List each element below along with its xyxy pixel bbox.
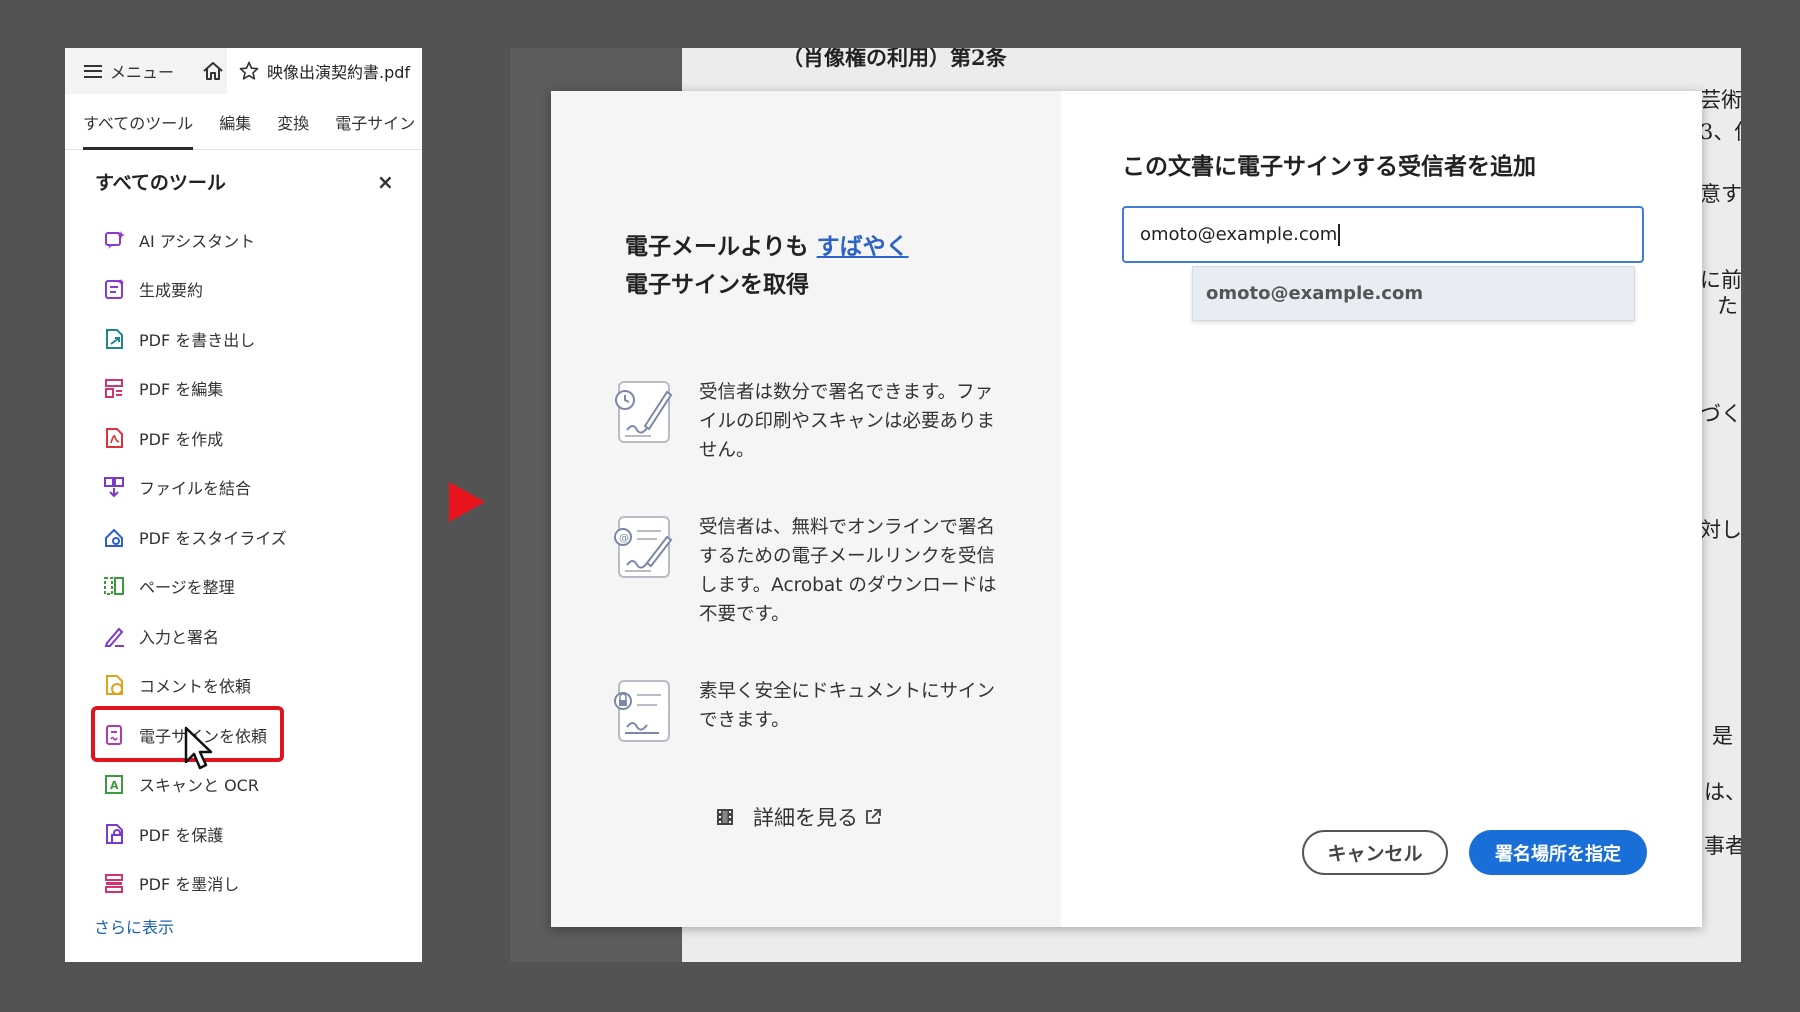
combine-files-icon [103,476,125,498]
protect-pdf-icon [103,823,125,845]
tool-item[interactable]: PDF を書き出し [103,314,287,364]
doc-text: は、 [1704,780,1741,804]
promo-title-line1: 電子メールよりも [625,234,809,260]
details-link[interactable]: 詳細を見る [715,802,882,832]
tool-item-label: PDF をスタイライズ [139,528,287,548]
email-input-value: omoto@example.com [1140,224,1338,245]
details-link-label: 詳細を見る [753,806,858,830]
email-suggestion[interactable]: omoto@example.com [1192,266,1635,321]
ai-assistant-icon [103,229,125,251]
external-link-icon [866,809,881,824]
text-caret [1338,223,1340,246]
doc-text: 事者 [1704,834,1741,858]
tab-convert[interactable]: 変換 [277,94,309,150]
app-topbar: メニュー 映像出演契約書.pdf [65,48,422,94]
tools-panel-title: すべてのツール [95,172,226,194]
edit-pdf-icon [103,377,125,399]
tab-edit[interactable]: 編集 [219,94,251,150]
add-recipients-dialog: 電子メールよりも すばやく 電子サインを取得 受信者は数分で署名できます。ファイ… [551,91,1702,927]
recipient-email-input[interactable]: omoto@example.com [1122,206,1644,263]
tool-item[interactable]: PDF を墨消し [103,859,287,909]
file-tab[interactable]: 映像出演契約書.pdf [227,48,422,94]
fill-sign-icon [103,625,125,647]
tool-item[interactable]: PDF を作成 [103,413,287,463]
feature-text: 素早く安全にドキュメントにサインできます。 [699,681,996,731]
feature-item: 素早く安全にドキュメントにサインできます。 [611,677,1009,747]
tool-item-label: 生成要約 [139,281,204,301]
feature-item: 受信者は数分で署名できます。ファイルの印刷やスキャンは必要ありません。 [611,378,1009,465]
tool-item-label: 入力と署名 [139,627,220,647]
tool-item[interactable]: PDF を保護 [103,809,287,859]
doc-text: 意す [1700,182,1741,206]
red-arrow-icon [449,482,485,522]
email-sign-icon: @ [614,516,673,578]
specify-signature-fields-button[interactable]: 署名場所を指定 [1469,830,1647,875]
tool-item[interactable]: ページを整理 [103,562,287,612]
doc-text: 対し [1700,518,1741,542]
secure-sign-icon [614,680,670,742]
scan-ocr-icon: A [103,773,125,795]
tool-item-label: ページを整理 [139,578,235,598]
cancel-button[interactable]: キャンセル [1302,830,1448,875]
feature-item: @ 受信者は、無料でオンラインで署名するための電子メールリンクを受信します。Ac… [611,513,1009,629]
svg-text:A: A [110,779,119,792]
recipient-panel: この文書に電子サインする受信者を追加 omoto@example.com omo… [1061,91,1702,927]
film-icon [717,809,733,825]
promo-panel: 電子メールよりも すばやく 電子サインを取得 受信者は数分で署名できます。ファイ… [551,91,1061,927]
doc-heading: （肖像権の利用）第2条 [782,48,1007,70]
export-pdf-icon [103,328,125,350]
tool-item[interactable]: コメントを依頼 [103,661,287,711]
show-more-link[interactable]: さらに表示 [94,914,174,938]
tool-list: AI アシスタント 生成要約 PDF を書き出し PDF を編集 PDF を作成ファイル… [103,215,287,908]
doc-text: た [1717,294,1738,318]
stylize-pdf-icon [103,526,125,548]
close-icon[interactable]: × [377,170,394,194]
doc-text: 是 [1712,724,1733,748]
organize-pages-icon [103,575,125,597]
tool-item[interactable]: 生成要約 [103,265,287,315]
doc-text: 3、使 [1700,120,1741,144]
tool-item[interactable]: ファイルを結合 [103,463,287,513]
promo-title-line2: 電子サインを取得 [625,272,809,298]
tool-tabs: すべてのツール 編集 変換 電子サイン [65,94,422,150]
feature-text: 受信者は、無料でオンラインで署名するための電子メールリンクを受信します。Acro… [699,517,997,625]
tool-item[interactable]: AI アシスタント [103,215,287,265]
tool-item-label: PDF を作成 [139,429,224,449]
tab-all-tools[interactable]: すべてのツール [83,94,194,150]
tool-item-label: AI アシスタント [139,231,256,251]
tool-item-label: PDF を書き出し [139,330,256,350]
create-pdf-icon [103,427,125,449]
sign-pen-clock-icon [615,381,673,443]
svg-text:@: @ [619,533,629,544]
redact-pdf-icon [103,872,125,894]
tool-item-label: PDF を保護 [139,825,224,845]
doc-text: づく [1700,402,1741,426]
tool-item-label: ファイルを結合 [139,479,252,499]
tool-item-label: コメントを依頼 [139,677,252,697]
tool-item-label: スキャンと OCR [139,776,259,796]
recipient-title: この文書に電子サインする受信者を追加 [1122,154,1536,180]
tool-item[interactable]: 入力と署名 [103,611,287,661]
summary-icon [103,278,125,300]
mouse-cursor-icon [184,726,213,770]
promo-title: 電子メールよりも すばやく 電子サインを取得 [625,228,909,304]
tool-item-label: PDF を墨消し [139,875,240,895]
feature-text: 受信者は数分で署名できます。ファイルの印刷やスキャンは必要ありません。 [699,382,996,461]
tool-item-label: PDF を編集 [139,380,224,400]
menu-button[interactable]: メニュー [65,48,174,94]
hamburger-icon [84,64,102,78]
tool-item[interactable]: PDF を編集 [103,364,287,414]
promo-link[interactable]: すばやく [817,234,909,260]
tool-item[interactable]: PDF をスタイライズ [103,512,287,562]
star-icon[interactable] [239,61,259,81]
tab-esign[interactable]: 電子サイン [335,94,415,150]
menu-label: メニュー [110,63,175,82]
request-comment-icon [103,674,125,696]
file-name: 映像出演契約書.pdf [267,63,411,82]
tools-sidebar: メニュー 映像出演契約書.pdf すべてのツール 編集 変換 電子サイン すべて… [65,48,422,962]
doc-text: 芸術 [1700,88,1741,112]
